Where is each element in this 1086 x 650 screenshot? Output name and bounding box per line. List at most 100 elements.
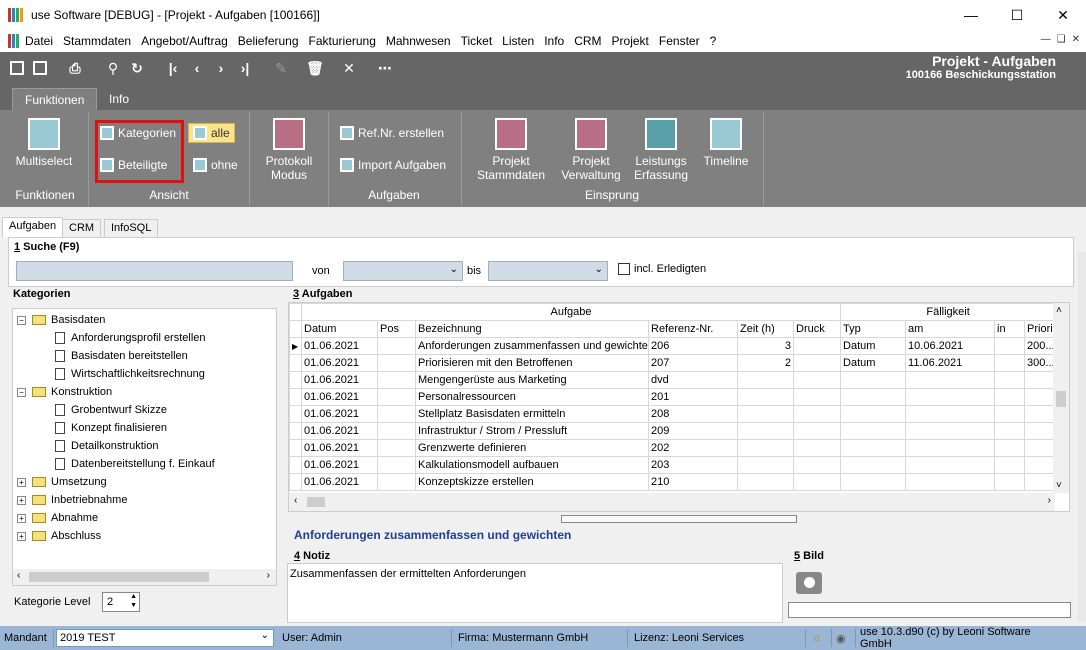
table-cell[interactable] bbox=[737, 473, 794, 491]
table-cell[interactable]: 10.06.2021 bbox=[905, 337, 996, 355]
table-cell[interactable] bbox=[840, 371, 907, 389]
table-cell[interactable] bbox=[1024, 371, 1057, 389]
mdi-restore-button[interactable]: ❏ bbox=[1057, 34, 1066, 45]
table-cell[interactable] bbox=[792, 354, 842, 372]
expand-toggle-icon[interactable]: − bbox=[17, 315, 26, 325]
refnr-button[interactable]: Ref.Nr. erstellen bbox=[340, 126, 444, 140]
search-input[interactable] bbox=[16, 261, 293, 281]
tree-item[interactable]: Grobentwurf Skizze bbox=[55, 401, 167, 419]
table-cell[interactable] bbox=[840, 456, 907, 474]
tree-item[interactable]: Anforderungsprofil erstellen bbox=[55, 329, 206, 347]
menu-mahnwesen[interactable]: Mahnwesen bbox=[381, 34, 456, 48]
table-row[interactable]: ▶ 01.06.2021 Anforderungen zusammenfassen … bbox=[289, 337, 1057, 355]
menu-listen[interactable]: Listen bbox=[497, 34, 539, 48]
tree-item[interactable]: + Abschluss bbox=[17, 527, 101, 545]
table-cell[interactable] bbox=[1024, 473, 1057, 491]
maximize-button[interactable]: ☐ bbox=[994, 0, 1040, 30]
table-cell[interactable] bbox=[994, 473, 1026, 491]
edit-icon[interactable] bbox=[8, 59, 26, 77]
von-date-select[interactable]: ⌄ bbox=[343, 261, 463, 281]
bis-date-select[interactable]: ⌄ bbox=[488, 261, 608, 281]
row-indicator[interactable] bbox=[289, 422, 302, 440]
multiselect-button[interactable]: Multiselect bbox=[12, 118, 76, 168]
column-header[interactable]: Pos bbox=[377, 320, 416, 338]
menu-stammdaten[interactable]: Stammdaten bbox=[58, 34, 136, 48]
table-cell[interactable]: 210 bbox=[648, 473, 738, 491]
expand-toggle-icon[interactable]: + bbox=[17, 531, 26, 541]
menu-ticket[interactable]: Ticket bbox=[456, 34, 498, 48]
grid-horizontal-scrollbar[interactable]: ‹ › bbox=[289, 493, 1055, 511]
tree-item[interactable]: − Basisdaten bbox=[17, 311, 105, 329]
table-cell[interactable]: Datum bbox=[840, 354, 907, 372]
table-row[interactable]: 01.06.2021 Personalressourcen 201 bbox=[289, 388, 1057, 406]
table-cell[interactable]: Datum bbox=[840, 337, 907, 355]
cancel-icon[interactable]: ✕ bbox=[340, 59, 358, 77]
projekt-stammdaten-button[interactable]: Projekt Stammdaten bbox=[474, 118, 548, 182]
table-cell[interactable] bbox=[737, 439, 794, 457]
menu-help[interactable]: ? bbox=[705, 34, 722, 48]
table-cell[interactable]: 200... bbox=[1024, 337, 1057, 355]
table-cell[interactable]: dvd bbox=[648, 371, 738, 389]
table-cell[interactable] bbox=[840, 388, 907, 406]
table-row[interactable]: 01.06.2021 Kalkulationsmodell aufbauen 203 bbox=[289, 456, 1057, 474]
column-header[interactable]: in bbox=[994, 320, 1026, 338]
table-cell[interactable]: 01.06.2021 bbox=[301, 473, 378, 491]
row-indicator[interactable] bbox=[289, 473, 302, 491]
projekt-verwaltung-button[interactable]: Projekt Verwaltung bbox=[556, 118, 626, 182]
ribbon-tab-funktionen[interactable]: Funktionen bbox=[12, 88, 98, 110]
table-cell[interactable] bbox=[792, 456, 842, 474]
table-cell[interactable] bbox=[905, 422, 996, 440]
right-edge-splitter[interactable] bbox=[1078, 252, 1086, 622]
row-indicator[interactable]: ▶ bbox=[289, 337, 302, 355]
column-header[interactable]: Bezeichnung bbox=[415, 320, 649, 338]
next-record-icon[interactable]: › bbox=[212, 59, 230, 77]
spin-down-icon[interactable]: ▼ bbox=[130, 602, 137, 609]
expand-toggle-icon[interactable]: + bbox=[17, 513, 26, 523]
table-cell[interactable] bbox=[994, 439, 1026, 457]
table-cell[interactable]: 01.06.2021 bbox=[301, 439, 378, 457]
table-cell[interactable]: 203 bbox=[648, 456, 738, 474]
import-aufgaben-button[interactable]: Import Aufgaben bbox=[340, 158, 446, 172]
tree-item[interactable]: + Inbetriebnahme bbox=[17, 491, 127, 509]
tab-aufgaben[interactable]: Aufgaben bbox=[2, 217, 64, 237]
grid-vertical-scrollbar[interactable]: ˄ ˅ bbox=[1053, 303, 1069, 493]
expand-toggle-icon[interactable]: + bbox=[17, 477, 26, 487]
table-cell[interactable] bbox=[377, 354, 416, 372]
tree-item[interactable]: Datenbereitstellung f. Einkauf bbox=[55, 455, 215, 473]
vscroll-thumb[interactable] bbox=[1056, 391, 1066, 407]
menu-angebot-auftrag[interactable]: Angebot/Auftrag bbox=[136, 34, 233, 48]
table-cell[interactable] bbox=[792, 422, 842, 440]
table-cell[interactable]: 01.06.2021 bbox=[301, 371, 378, 389]
chevron-right-icon[interactable]: › bbox=[1048, 495, 1051, 506]
table-row[interactable]: 01.06.2021 Infrastruktur / Strom / Pressl… bbox=[289, 422, 1057, 440]
table-cell[interactable]: 3 bbox=[737, 337, 794, 355]
menu-belieferung[interactable]: Belieferung bbox=[233, 34, 304, 48]
table-cell[interactable] bbox=[1024, 388, 1057, 406]
tree-item[interactable]: − Konstruktion bbox=[17, 383, 112, 401]
chevron-down-icon[interactable]: ˅ bbox=[1056, 480, 1062, 491]
tab-infosql[interactable]: InfoSQL bbox=[104, 219, 159, 237]
chevron-up-icon[interactable]: ˄ bbox=[1056, 305, 1062, 316]
table-cell[interactable] bbox=[737, 456, 794, 474]
expand-toggle-icon[interactable]: − bbox=[17, 387, 26, 397]
last-record-icon[interactable]: ›| bbox=[236, 59, 254, 77]
table-cell[interactable] bbox=[994, 405, 1026, 423]
table-cell[interactable] bbox=[840, 422, 907, 440]
column-header[interactable]: Referenz-Nr. bbox=[648, 320, 738, 338]
scroll-thumb[interactable] bbox=[29, 572, 209, 582]
table-cell[interactable]: 01.06.2021 bbox=[301, 422, 378, 440]
erledigt-checkbox[interactable] bbox=[618, 263, 630, 275]
table-cell[interactable]: Anforderungen zusammenfassen und gewicht… bbox=[415, 337, 649, 355]
column-header[interactable]: Typ bbox=[840, 320, 907, 338]
tab-crm[interactable]: CRM bbox=[62, 219, 102, 237]
chevron-left-icon[interactable]: ‹ bbox=[294, 495, 297, 506]
table-row[interactable]: 01.06.2021 Stellplatz Basisdaten ermittel… bbox=[289, 405, 1057, 423]
table-cell[interactable] bbox=[994, 371, 1026, 389]
table-cell[interactable] bbox=[905, 405, 996, 423]
table-cell[interactable] bbox=[792, 439, 842, 457]
chevron-left-icon[interactable]: ‹ bbox=[17, 570, 20, 581]
row-indicator[interactable] bbox=[289, 388, 302, 406]
tree-item[interactable]: + Umsetzung bbox=[17, 473, 107, 491]
row-indicator[interactable] bbox=[289, 354, 302, 372]
expand-toggle-icon[interactable]: + bbox=[17, 495, 26, 505]
